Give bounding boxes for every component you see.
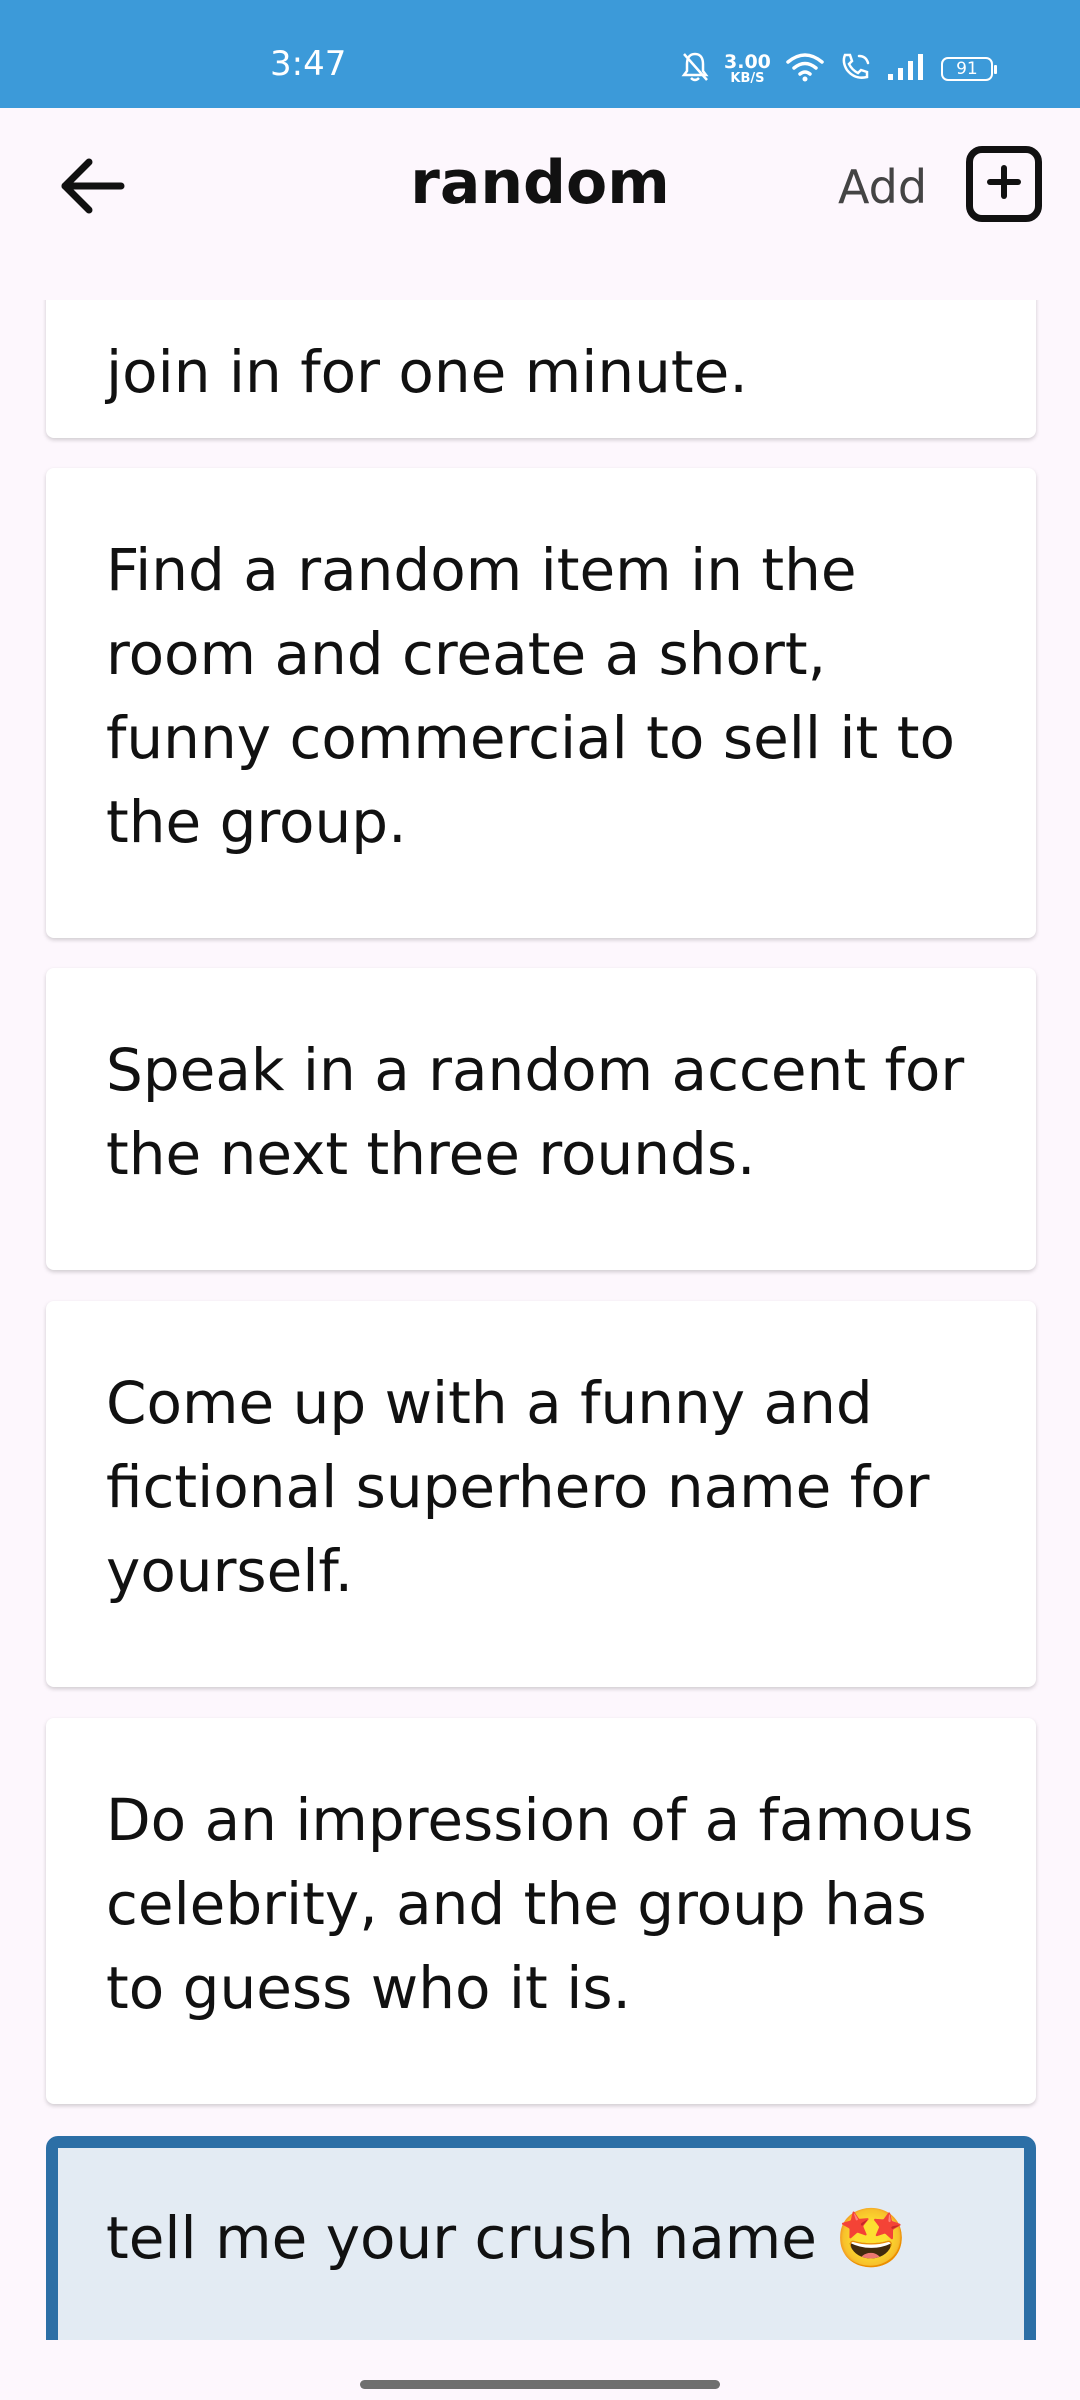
- challenge-card[interactable]: Come up with a funny and fictional super…: [46, 1301, 1036, 1687]
- gesture-bar[interactable]: [360, 2380, 720, 2389]
- challenge-list[interactable]: join in for one minute. Find a random it…: [0, 300, 1080, 2340]
- status-icons: 3.00 KB/S 91: [680, 44, 997, 94]
- cell-signal-icon: [887, 52, 927, 86]
- challenge-card-selected[interactable]: tell me your crush name 🤩: [46, 2136, 1036, 2340]
- app-bar: random Add: [0, 108, 1080, 300]
- status-bar: 3:47 3.00 KB/S 91: [0, 0, 1080, 108]
- add-label[interactable]: Add: [838, 160, 927, 214]
- add-button[interactable]: [966, 146, 1042, 222]
- silent-bell-icon: [680, 50, 710, 88]
- challenge-card[interactable]: join in for one minute.: [46, 300, 1036, 438]
- wifi-calling-icon: [839, 51, 873, 87]
- challenge-text: Find a random item in the room and creat…: [106, 536, 955, 856]
- challenge-text: Come up with a funny and fictional super…: [106, 1369, 930, 1605]
- challenge-card[interactable]: Do an impression of a famous celebrity, …: [46, 1718, 1036, 2104]
- challenge-text: tell me your crush name 🤩: [106, 2204, 908, 2272]
- wifi-icon: [785, 51, 825, 87]
- network-speed: 3.00 KB/S: [724, 51, 771, 86]
- challenge-card[interactable]: Find a random item in the room and creat…: [46, 468, 1036, 938]
- plus-square-icon: [984, 162, 1024, 206]
- battery-icon: 91: [940, 57, 997, 81]
- challenge-text: join in for one minute.: [106, 338, 748, 406]
- challenge-text: Do an impression of a famous celebrity, …: [106, 1786, 974, 2022]
- challenge-card[interactable]: Speak in a random accent for the next th…: [46, 968, 1036, 1270]
- network-speed-value: 3.00: [724, 51, 771, 73]
- network-speed-unit: KB/S: [730, 71, 765, 86]
- status-time: 3:47: [270, 44, 347, 84]
- challenge-text: Speak in a random accent for the next th…: [106, 1036, 965, 1188]
